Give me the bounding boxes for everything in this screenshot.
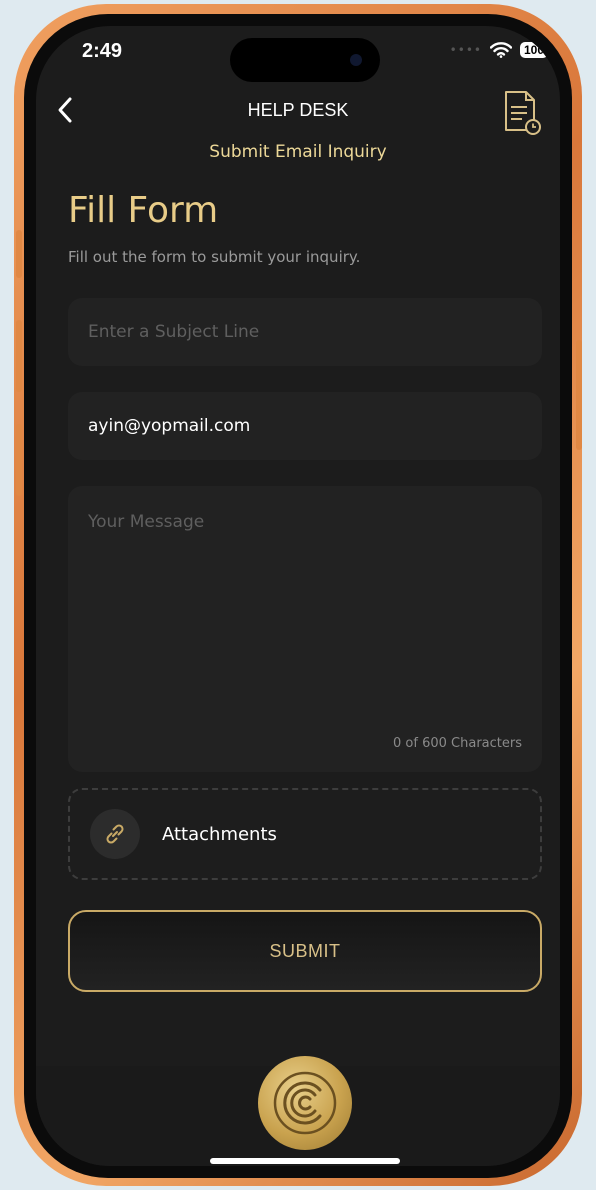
link-icon <box>106 824 124 844</box>
side-button-power <box>576 340 582 450</box>
subject-input[interactable] <box>68 298 542 366</box>
submit-button[interactable]: SUBMIT <box>68 910 542 992</box>
side-button-action <box>16 230 22 278</box>
document-clock-icon[interactable] <box>502 90 542 136</box>
character-counter: 0 of 600 Characters <box>393 736 522 751</box>
attachments-label: Attachments <box>162 823 277 845</box>
battery-icon: 100 <box>519 42 553 58</box>
side-button-volume-down <box>16 424 22 496</box>
attachment-icon-container <box>90 809 140 859</box>
status-time: 2:49 <box>82 40 123 62</box>
message-textarea[interactable] <box>68 486 542 772</box>
email-field[interactable]: ayin@yopmail.com <box>68 392 542 460</box>
form-title: Fill Form <box>68 190 219 231</box>
dynamic-island <box>230 38 380 82</box>
signal-icon: •••• <box>449 43 482 57</box>
form-description: Fill out the form to submit your inquiry… <box>68 248 361 266</box>
page-header-title: HELP DESK <box>247 100 349 120</box>
wifi-icon <box>489 42 512 58</box>
brand-logo-icon[interactable] <box>258 1056 352 1150</box>
page-subtitle: Submit Email Inquiry <box>209 142 387 162</box>
app-screen: 2:49 •••• 100 HELP DESK Submit Email Inq… <box>36 26 560 1166</box>
home-indicator[interactable] <box>210 1158 400 1164</box>
status-indicators: •••• 100 <box>449 42 553 58</box>
side-button-volume-up <box>16 320 22 392</box>
camera-icon <box>350 54 362 66</box>
attachments-button[interactable]: Attachments <box>68 788 542 880</box>
